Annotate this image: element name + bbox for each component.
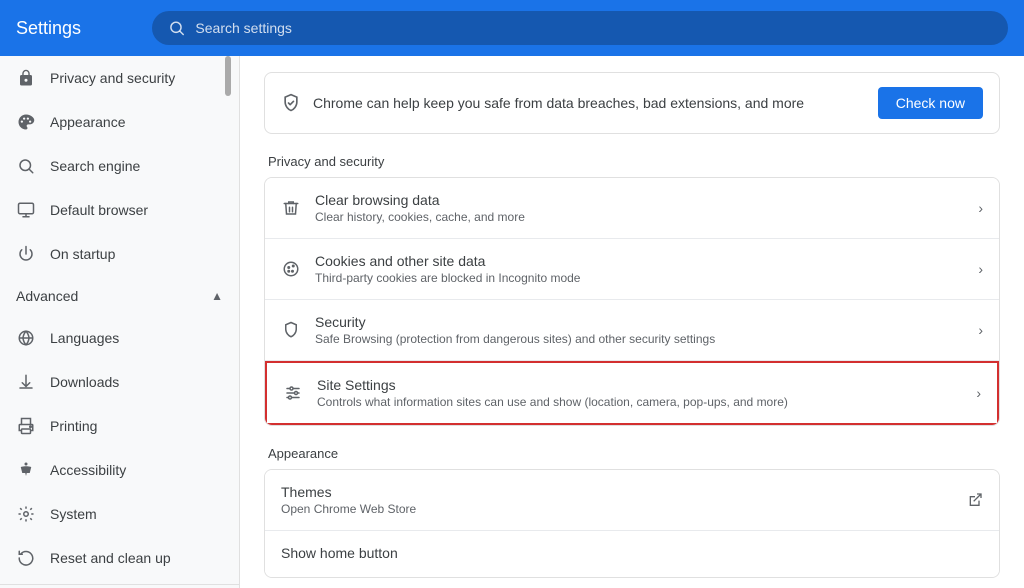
- site-settings-text: Site Settings Controls what information …: [317, 377, 962, 409]
- sidebar-item-accessibility-label: Accessibility: [50, 462, 126, 478]
- app-title: Settings: [16, 18, 136, 39]
- themes-name: Themes: [281, 484, 953, 500]
- appearance-settings-group: Themes Open Chrome Web Store Show home b…: [264, 469, 1000, 578]
- privacy-section-title: Privacy and security: [264, 154, 1000, 169]
- palette-icon: [16, 112, 36, 132]
- sliders-icon: [283, 383, 303, 403]
- themes-row[interactable]: Themes Open Chrome Web Store: [265, 470, 999, 531]
- arrow-icon-site-settings: ›: [976, 385, 981, 401]
- shield-check-icon: [281, 93, 301, 113]
- arrow-icon-security: ›: [978, 322, 983, 338]
- sidebar-item-default-browser-label: Default browser: [50, 202, 148, 218]
- clear-browsing-name: Clear browsing data: [315, 192, 964, 208]
- settings-content: Chrome can help keep you safe from data …: [240, 56, 1024, 588]
- monitor-icon: [16, 200, 36, 220]
- security-row[interactable]: Security Safe Browsing (protection from …: [265, 300, 999, 361]
- sidebar-item-printing[interactable]: Printing: [0, 404, 231, 448]
- sidebar-item-system-label: System: [50, 506, 97, 522]
- clear-browsing-text: Clear browsing data Clear history, cooki…: [315, 192, 964, 224]
- cookies-text: Cookies and other site data Third-party …: [315, 253, 964, 285]
- sidebar-item-search-label: Search engine: [50, 158, 140, 174]
- sidebar-item-languages[interactable]: Languages: [0, 316, 231, 360]
- security-desc: Safe Browsing (protection from dangerous…: [315, 332, 964, 346]
- sidebar-item-privacy-label: Privacy and security: [50, 70, 175, 86]
- safety-banner: Chrome can help keep you safe from data …: [264, 72, 1000, 134]
- lock-icon: [16, 68, 36, 88]
- shield-icon: [281, 320, 301, 340]
- globe-icon: [16, 328, 36, 348]
- app-header: Settings: [0, 0, 1024, 56]
- advanced-label: Advanced: [16, 288, 78, 304]
- show-home-button-row[interactable]: Show home button: [265, 531, 999, 577]
- show-home-text: Show home button: [281, 545, 983, 563]
- sidebar-item-downloads-label: Downloads: [50, 374, 119, 390]
- themes-text: Themes Open Chrome Web Store: [281, 484, 953, 516]
- cookies-name: Cookies and other site data: [315, 253, 964, 269]
- privacy-settings-group: Clear browsing data Clear history, cooki…: [264, 177, 1000, 426]
- safety-banner-text: Chrome can help keep you safe from data …: [313, 95, 866, 111]
- sidebar: Privacy and security Appearance Search e…: [0, 56, 240, 588]
- advanced-section-header[interactable]: Advanced ▲: [0, 276, 239, 316]
- sidebar-item-reset-label: Reset and clean up: [50, 550, 171, 566]
- cookie-icon: [281, 259, 301, 279]
- download-icon: [16, 372, 36, 392]
- accessibility-icon: [16, 460, 36, 480]
- chevron-up-icon: ▲: [211, 289, 223, 303]
- sidebar-item-accessibility[interactable]: Accessibility: [0, 448, 231, 492]
- system-icon: [16, 504, 36, 524]
- sidebar-item-search[interactable]: Search engine: [0, 144, 231, 188]
- sidebar-item-reset[interactable]: Reset and clean up: [0, 536, 231, 580]
- clear-browsing-desc: Clear history, cookies, cache, and more: [315, 210, 964, 224]
- cookies-row[interactable]: Cookies and other site data Third-party …: [265, 239, 999, 300]
- site-settings-desc: Controls what information sites can use …: [317, 395, 962, 409]
- sidebar-item-appearance[interactable]: Appearance: [0, 100, 231, 144]
- search-bar[interactable]: [152, 11, 1008, 45]
- scroll-indicator: [225, 56, 231, 96]
- sidebar-bottom: Extensions About Chrome: [0, 584, 239, 588]
- main-layout: Privacy and security Appearance Search e…: [0, 56, 1024, 588]
- search-input[interactable]: [195, 20, 992, 36]
- sidebar-item-printing-label: Printing: [50, 418, 97, 434]
- security-name: Security: [315, 314, 964, 330]
- cookies-desc: Third-party cookies are blocked in Incog…: [315, 271, 964, 285]
- external-link-themes-icon: [967, 492, 983, 508]
- clear-browsing-data-row[interactable]: Clear browsing data Clear history, cooki…: [265, 178, 999, 239]
- check-now-button[interactable]: Check now: [878, 87, 983, 119]
- sidebar-item-on-startup[interactable]: On startup: [0, 232, 231, 276]
- show-home-name: Show home button: [281, 545, 983, 561]
- themes-desc: Open Chrome Web Store: [281, 502, 953, 516]
- arrow-icon-cookies: ›: [978, 261, 983, 277]
- power-icon: [16, 244, 36, 264]
- sidebar-item-system[interactable]: System: [0, 492, 231, 536]
- arrow-icon-clear: ›: [978, 200, 983, 216]
- search-engine-icon: [16, 156, 36, 176]
- sidebar-item-languages-label: Languages: [50, 330, 119, 346]
- reset-icon: [16, 548, 36, 568]
- sidebar-item-default-browser[interactable]: Default browser: [0, 188, 231, 232]
- sidebar-item-appearance-label: Appearance: [50, 114, 126, 130]
- sidebar-item-downloads[interactable]: Downloads: [0, 360, 231, 404]
- sidebar-item-privacy[interactable]: Privacy and security: [0, 56, 231, 100]
- site-settings-row[interactable]: Site Settings Controls what information …: [265, 361, 999, 425]
- trash-icon: [281, 198, 301, 218]
- site-settings-name: Site Settings: [317, 377, 962, 393]
- sidebar-item-on-startup-label: On startup: [50, 246, 115, 262]
- security-text: Security Safe Browsing (protection from …: [315, 314, 964, 346]
- appearance-section-title: Appearance: [264, 446, 1000, 461]
- search-icon: [168, 19, 185, 37]
- printer-icon: [16, 416, 36, 436]
